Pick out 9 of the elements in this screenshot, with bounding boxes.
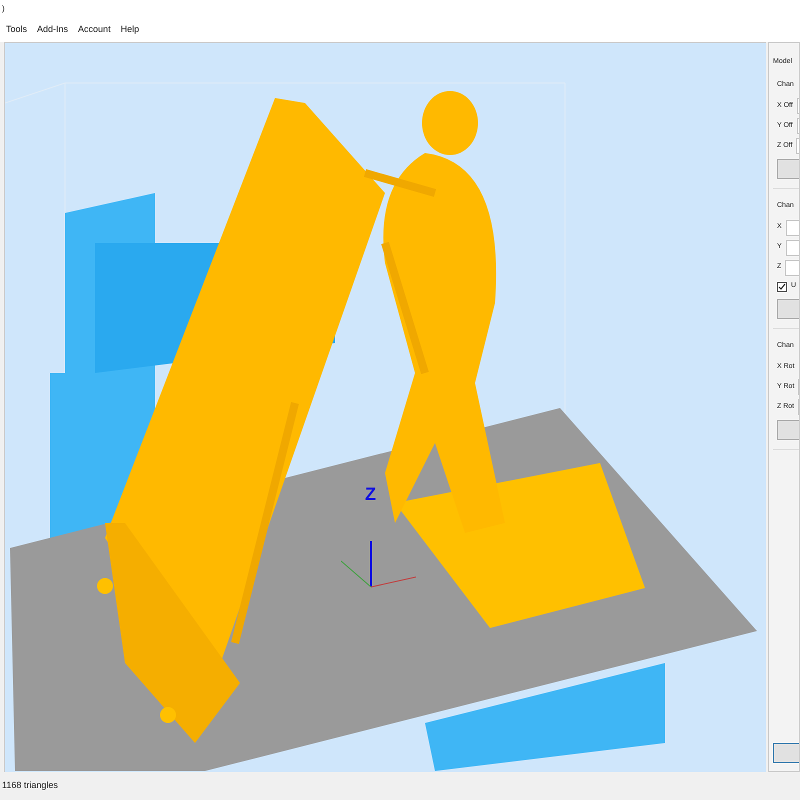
- checkbox[interactable]: [777, 282, 787, 292]
- menu-item[interactable]: Tools: [6, 23, 28, 37]
- menu-item[interactable]: Help: [120, 23, 140, 37]
- menu-item[interactable]: Add-Ins: [37, 23, 68, 37]
- status-text: 1168 triangles: [2, 779, 58, 792]
- window-title: ): [2, 3, 5, 15]
- checkmark-icon: [778, 282, 786, 290]
- menu-item[interactable]: Account: [78, 23, 111, 37]
- axis-label: Z: [365, 483, 376, 506]
